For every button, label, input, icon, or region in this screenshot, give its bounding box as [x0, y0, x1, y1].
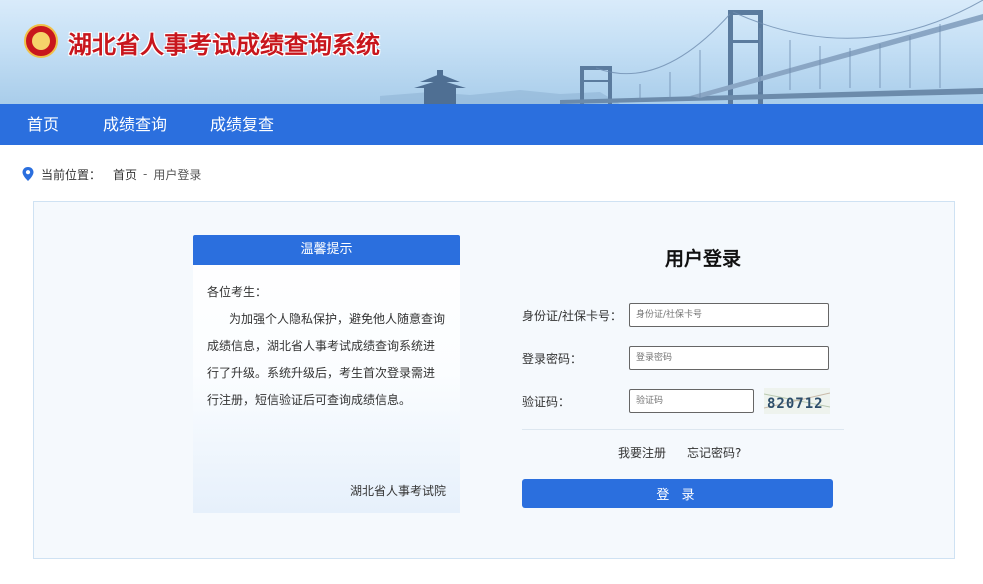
register-link[interactable]: 我要注册	[618, 444, 666, 461]
id-number-input[interactable]	[629, 303, 829, 327]
breadcrumb-home-link[interactable]: 首页	[113, 166, 137, 183]
notice-body: 各位考生： 为加强个人隐私保护，避免他人随意查询成绩信息，湖北省人事考试成绩查询…	[193, 265, 460, 414]
site-title: 湖北省人事考试成绩查询系统	[68, 30, 380, 59]
login-title: 用户登录	[664, 248, 741, 270]
id-number-label: 身份证/社保卡号：	[522, 309, 623, 323]
nav-item-score-review[interactable]: 成绩复查	[210, 104, 274, 145]
nav-item-home[interactable]: 首页	[27, 104, 59, 145]
notice-header: 温馨提示	[193, 235, 460, 265]
login-panel: 温馨提示 各位考生： 为加强个人隐私保护，避免他人随意查询成绩信息，湖北省人事考…	[33, 201, 955, 559]
notice-signature: 湖北省人事考试院	[349, 484, 446, 498]
captcha-image[interactable]: 820712	[763, 388, 831, 414]
login-button[interactable]: 登 录	[522, 479, 833, 508]
breadcrumb-separator: -	[143, 167, 148, 181]
breadcrumb-current: 用户登录	[153, 167, 202, 182]
breadcrumb: 当前位置： 首页 - 用户登录	[22, 166, 207, 182]
notice-greeting: 各位考生：	[207, 285, 268, 299]
form-divider	[522, 429, 844, 430]
notice-card: 温馨提示 各位考生： 为加强个人隐私保护，避免他人随意查询成绩信息，湖北省人事考…	[193, 235, 460, 513]
header-banner: 湖北省人事考试成绩查询系统	[0, 0, 983, 104]
captcha-label: 验证码：	[522, 395, 571, 409]
nav-item-score-query[interactable]: 成绩查询	[103, 104, 167, 145]
location-pin-icon	[22, 167, 34, 181]
breadcrumb-prefix: 当前位置：	[41, 167, 102, 182]
password-input[interactable]	[629, 346, 829, 370]
notice-paragraph: 为加强个人隐私保护，避免他人随意查询成绩信息，湖北省人事考试成绩查询系统进行了升…	[207, 312, 446, 407]
forgot-password-link[interactable]: 忘记密码?	[687, 444, 741, 461]
captcha-input[interactable]	[629, 389, 754, 413]
captcha-text: 820712	[767, 396, 824, 412]
main-nav: 首页 成绩查询 成绩复查	[0, 104, 983, 145]
hubei-emblem-logo	[24, 24, 58, 58]
password-label: 登录密码：	[522, 352, 583, 366]
